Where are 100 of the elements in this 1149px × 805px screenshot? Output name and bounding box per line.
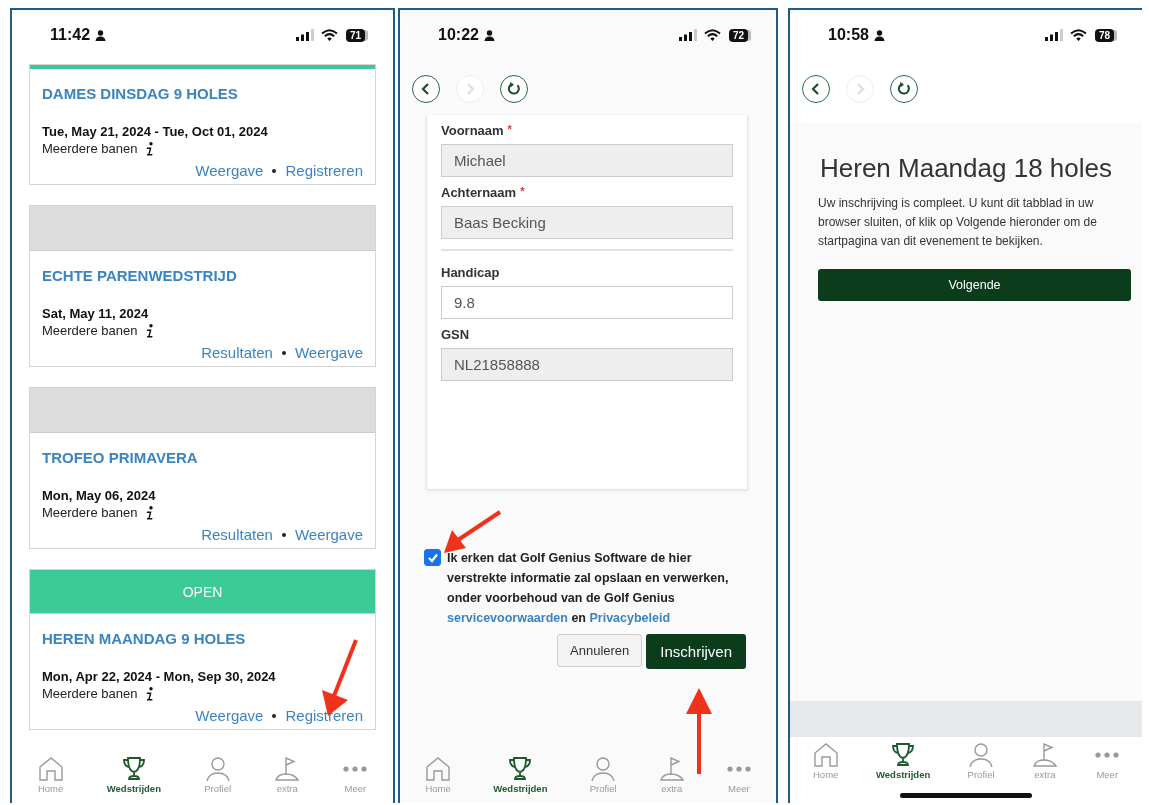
golf-flag-icon: [658, 757, 685, 781]
separator-dot: [272, 713, 277, 718]
status-banner: OPEN: [30, 570, 375, 614]
more-icon: [343, 766, 368, 772]
wifi-icon: [320, 29, 338, 41]
event-title: DAMES DINSDAG 9 HOLES: [42, 85, 239, 102]
input-field[interactable]: NL21858888: [441, 348, 733, 381]
tab-bar-item[interactable]: Meer: [726, 751, 751, 803]
person-icon: [95, 29, 107, 41]
event-dates: Tue, May 21, 2024 - Tue, Oct 01, 2024: [42, 124, 269, 139]
terms-link[interactable]: servicevoorwaarden: [447, 611, 568, 625]
event-title: TROFEO PRIMAVERA: [42, 449, 199, 466]
submit-button[interactable]: Inschrijven: [646, 634, 746, 669]
tab-bar-item[interactable]: Profiel: [204, 751, 232, 803]
checkbox[interactable]: [424, 549, 441, 566]
consent-text: Ik erken dat Golf Genius Software de hier verstrekte informatie zal opslaan en verwerken, onder voorbehoud van de Golf Genius servicevoorwaarden en Privacybeleid: [447, 550, 730, 627]
wifi-icon: [703, 29, 721, 41]
required-mark: *: [520, 185, 525, 199]
tab-bar-item[interactable]: Home: [425, 751, 452, 803]
more-icon: [726, 766, 751, 772]
event-link[interactable]: Registreren: [285, 707, 363, 724]
tab-bar-item[interactable]: Wedstrijden: [106, 751, 161, 803]
field-label: GSN: [441, 327, 470, 342]
event-link[interactable]: Resultaten: [201, 526, 273, 543]
tab-bar-item[interactable]: Wedstrijden: [876, 737, 931, 789]
input-field[interactable]: 9.8: [441, 286, 733, 319]
person-icon: [590, 757, 617, 781]
separator-dot: [272, 168, 277, 173]
reload-button[interactable]: [890, 75, 918, 103]
event-link[interactable]: Weergave: [294, 344, 363, 361]
page-title: Heren Maandag 18 holes: [820, 153, 1113, 184]
event-dates: Mon, Apr 22, 2024 - Mon, Sep 30, 2024: [42, 669, 277, 684]
chevron-left-icon: [810, 83, 822, 95]
signal-icon: [678, 29, 699, 41]
separator-dot: [281, 532, 286, 537]
chevron-right-icon: [464, 83, 476, 95]
event-link[interactable]: Weergave: [195, 707, 264, 724]
required-mark: *: [507, 123, 512, 137]
tab-bar-item[interactable]: extra: [658, 751, 685, 803]
chevron-right-icon: [854, 83, 866, 95]
reload-icon: [507, 82, 521, 96]
battery-indicator: 72: [728, 28, 748, 42]
field-label: Achternaam: [441, 185, 517, 200]
info-icon[interactable]: [146, 686, 155, 701]
golf-flag-icon: [274, 757, 301, 781]
home-icon: [812, 743, 839, 767]
info-icon[interactable]: [146, 323, 155, 338]
tab-bar-item[interactable]: extra: [1031, 737, 1058, 789]
home-icon: [425, 757, 452, 781]
tab-bar-item[interactable]: Meer: [343, 751, 368, 803]
status-time: 10:22: [438, 26, 479, 44]
person-icon: [968, 743, 995, 767]
status-time: 11:42: [50, 26, 91, 44]
home-icon: [37, 757, 64, 781]
tab-bar-item[interactable]: Meer: [1095, 737, 1120, 789]
trophy-icon: [507, 757, 534, 781]
signal-icon: [295, 29, 316, 41]
event-link[interactable]: Weergave: [195, 162, 264, 179]
reload-icon: [897, 82, 911, 96]
tab-bar-item[interactable]: Profiel: [589, 751, 617, 803]
courses-label: Meerdere banen: [42, 141, 138, 156]
tab-bar-item[interactable]: Profiel: [967, 737, 995, 789]
person-icon: [204, 757, 231, 781]
reload-button[interactable]: [500, 75, 528, 103]
wifi-icon: [1069, 29, 1087, 41]
privacy-link[interactable]: Privacybeleid: [589, 611, 671, 625]
info-icon[interactable]: [146, 505, 155, 520]
trophy-icon: [890, 743, 917, 767]
tab-bar-item[interactable]: Wedstrijden: [493, 751, 548, 803]
annotation-arrow: [442, 510, 502, 555]
golf-flag-icon: [1031, 743, 1058, 767]
more-icon: [1095, 752, 1120, 758]
event-link[interactable]: Resultaten: [201, 344, 273, 361]
input-field[interactable]: Baas Becking: [441, 206, 733, 239]
event-link[interactable]: Registreren: [285, 162, 363, 179]
signal-icon: [1044, 29, 1065, 41]
cancel-button[interactable]: Annuleren: [557, 634, 643, 667]
next-button[interactable]: Volgende: [818, 269, 1131, 301]
field-label: Handicap: [441, 265, 500, 280]
courses-label: Meerdere banen: [42, 505, 138, 520]
event-dates: Mon, May 06, 2024: [42, 488, 157, 503]
trophy-icon: [120, 757, 147, 781]
battery-indicator: 78: [1094, 28, 1114, 42]
courses-label: Meerdere banen: [42, 686, 138, 701]
person-icon: [873, 29, 885, 41]
info-icon[interactable]: [146, 141, 155, 156]
event-dates: Sat, May 11, 2024: [42, 306, 150, 321]
event-link[interactable]: Weergave: [294, 526, 363, 543]
tab-bar-item[interactable]: Home: [37, 751, 64, 803]
chevron-left-icon: [420, 83, 432, 95]
input-field[interactable]: Michael: [441, 144, 733, 177]
field-label: Voornaam: [441, 123, 504, 138]
tab-bar-item[interactable]: Home: [812, 737, 839, 789]
status-time: 10:58: [828, 26, 869, 44]
courses-label: Meerdere banen: [42, 323, 138, 338]
person-icon: [483, 29, 495, 41]
event-title: HEREN MAANDAG 9 HOLES: [42, 630, 247, 647]
back-button[interactable]: [412, 75, 440, 103]
tab-bar-item[interactable]: extra: [274, 751, 301, 803]
back-button[interactable]: [802, 75, 830, 103]
